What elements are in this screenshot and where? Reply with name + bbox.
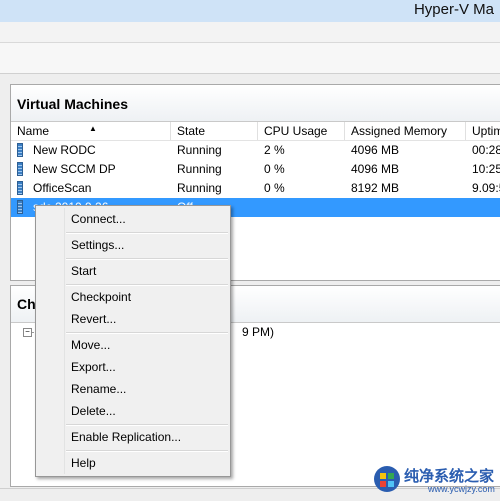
vm-cpu: 2 %	[264, 143, 285, 157]
window-title: Hyper-V Ma	[413, 1, 494, 18]
panel-title: Virtual Machines	[17, 96, 129, 112]
vm-state: Running	[177, 181, 222, 195]
menu-separator	[66, 424, 228, 426]
toolbar	[0, 43, 500, 74]
column-header-label: CPU Usage	[264, 124, 328, 138]
menu-separator	[66, 258, 228, 260]
panel-title: Ch	[17, 296, 36, 312]
menu-bar	[0, 22, 500, 43]
vm-cpu: 0 %	[264, 181, 285, 195]
column-header-uptime[interactable]: Uptim	[466, 122, 500, 140]
vm-memory: 4096 MB	[351, 162, 400, 176]
column-header-label: Name	[17, 124, 50, 138]
menu-item-revert[interactable]: Revert...	[36, 309, 230, 329]
column-header-state[interactable]: State	[171, 122, 258, 140]
menu-item-export[interactable]: Export...	[36, 357, 230, 377]
watermark-logo-icon	[374, 466, 400, 492]
menu-item-delete[interactable]: Delete...	[36, 401, 230, 421]
sort-ascending-icon: ▲	[89, 124, 97, 133]
menu-item-connect[interactable]: Connect...	[36, 209, 230, 229]
vm-icon	[17, 181, 23, 195]
column-header-label: Uptim	[472, 124, 500, 138]
vm-uptime: 00:28:	[472, 143, 500, 157]
checkpoint-tree-item[interactable]: 9 PM)	[242, 325, 274, 339]
vm-name: New RODC	[33, 143, 96, 157]
menu-item-move[interactable]: Move...	[36, 335, 230, 355]
vm-memory: 8192 MB	[351, 181, 400, 195]
vm-state: Running	[177, 162, 222, 176]
vm-state: Running	[177, 143, 222, 157]
menu-separator	[66, 232, 228, 234]
vm-cpu: 0 %	[264, 162, 285, 176]
menu-item-enable-replication[interactable]: Enable Replication...	[36, 427, 230, 447]
vm-memory: 4096 MB	[351, 143, 400, 157]
column-header-label: State	[177, 124, 206, 138]
vm-uptime: 10:25:	[472, 162, 500, 176]
vm-row[interactable]: New RODC Running 2 % 4096 MB 00:28:	[11, 141, 500, 160]
vm-row[interactable]: New SCCM DP Running 0 % 4096 MB 10:25:	[11, 160, 500, 179]
column-header-name[interactable]: Name ▲	[11, 122, 171, 140]
tree-expander-icon[interactable]: −	[23, 328, 32, 337]
menu-item-rename[interactable]: Rename...	[36, 379, 230, 399]
watermark-url: www.ycwjzy.com	[428, 484, 495, 494]
menu-item-checkpoint[interactable]: Checkpoint	[36, 287, 230, 307]
vm-name: New SCCM DP	[33, 162, 116, 176]
column-headers: Name ▲ State CPU Usage Assigned Memory U…	[11, 122, 500, 141]
panel-header: Virtual Machines	[11, 85, 500, 122]
vm-name: OfficeScan	[33, 181, 92, 195]
menu-separator	[66, 332, 228, 334]
menu-separator	[66, 284, 228, 286]
watermark-text: 纯净系统之家	[404, 468, 495, 485]
menu-item-settings[interactable]: Settings...	[36, 235, 230, 255]
vm-icon	[17, 200, 23, 214]
vm-row[interactable]: OfficeScan Running 0 % 8192 MB 9.09:5	[11, 179, 500, 198]
column-header-cpu-usage[interactable]: CPU Usage	[258, 122, 345, 140]
title-bar: Hyper-V Ma	[0, 0, 500, 22]
vm-icon	[17, 162, 23, 176]
menu-separator	[66, 450, 228, 452]
menu-item-help[interactable]: Help	[36, 453, 230, 473]
context-menu: Connect... Settings... Start Checkpoint …	[35, 205, 231, 477]
vm-icon	[17, 143, 23, 157]
vm-uptime: 9.09:5	[472, 181, 500, 195]
menu-item-start[interactable]: Start	[36, 261, 230, 281]
column-header-label: Assigned Memory	[351, 124, 448, 138]
watermark: 纯净系统之家 www.ycwjzy.com	[372, 462, 498, 498]
column-header-assigned-memory[interactable]: Assigned Memory	[345, 122, 466, 140]
